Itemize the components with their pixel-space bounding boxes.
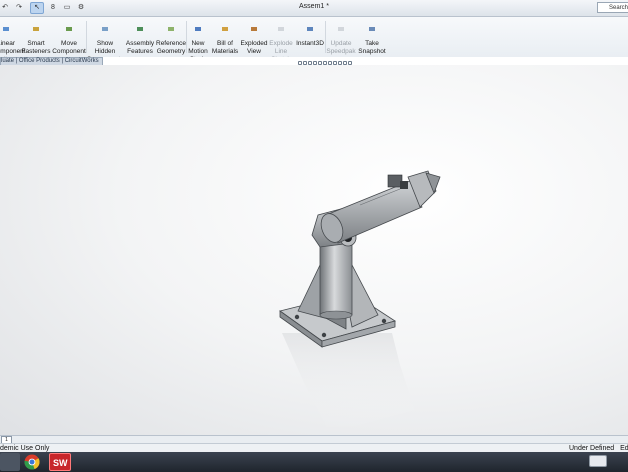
tool-label: Smart Fasteners	[21, 40, 51, 55]
tool-label: Bill of Materials	[211, 40, 239, 55]
snapshot-icon	[369, 27, 375, 31]
tool-label: Update Speedpak	[326, 40, 356, 55]
floor-reflection	[282, 333, 415, 433]
bom-icon	[222, 27, 228, 31]
solidworks-icon[interactable]: SW	[49, 453, 71, 471]
barrel	[320, 170, 441, 244]
motion-study-icon	[195, 27, 201, 31]
command-manager: Linear Component Pattern Smart Fasteners…	[0, 17, 628, 63]
definition-status-label: Under Defined	[569, 445, 615, 452]
show-hidden-icon	[102, 27, 108, 31]
reference-geometry-icon	[168, 27, 174, 31]
tool-label: Reference Geometry	[156, 40, 186, 55]
move-icon	[66, 27, 72, 31]
update-speedpak-button[interactable]: Update Speedpak	[325, 19, 357, 56]
explode-line-icon	[278, 27, 284, 31]
pattern-icon	[3, 27, 9, 31]
tool-label: Assembly Features	[125, 40, 155, 55]
exploded-view-icon	[251, 27, 257, 31]
graphics-area[interactable]	[0, 65, 628, 435]
assembly-features-icon	[137, 27, 143, 31]
chrome-icon[interactable]	[21, 453, 43, 471]
reference-geometry-button[interactable]: Reference Geometry	[155, 19, 187, 56]
bill-of-materials-button[interactable]: Bill of Materials	[210, 19, 240, 56]
speedpak-icon	[338, 27, 344, 31]
windows-explorer-icon[interactable]	[0, 453, 20, 471]
tool-label: Take Snapshot	[358, 40, 386, 55]
move-component-button[interactable]: Move Component	[52, 19, 86, 56]
editing-status: Ed	[620, 445, 628, 452]
smart-fasteners-button[interactable]: Smart Fasteners	[21, 19, 51, 56]
instant3d-button[interactable]: Instant3D	[295, 19, 325, 48]
document-title: Assem1 *	[299, 3, 329, 10]
assembly-features-button[interactable]: Assembly Features	[124, 19, 156, 56]
keyboard-icon[interactable]	[589, 455, 607, 467]
search-input[interactable]: Search	[597, 2, 628, 13]
os-taskbar: SW	[0, 452, 628, 472]
tool-label: Exploded View	[240, 40, 268, 55]
title-bar: ↶ ↷ ↖ 8 ▭ ⚙ Assem1 * Search	[0, 0, 628, 17]
fastener-icon	[33, 27, 39, 31]
tool-label: Move Component	[52, 40, 86, 55]
instant3d-icon	[307, 27, 313, 31]
assembly-model[interactable]	[0, 65, 628, 435]
tool-label: Instant3D	[296, 40, 324, 47]
exploded-view-button[interactable]: Exploded View	[239, 19, 269, 56]
take-snapshot-button[interactable]: Take Snapshot	[356, 19, 388, 56]
svg-text:SW: SW	[53, 458, 68, 468]
